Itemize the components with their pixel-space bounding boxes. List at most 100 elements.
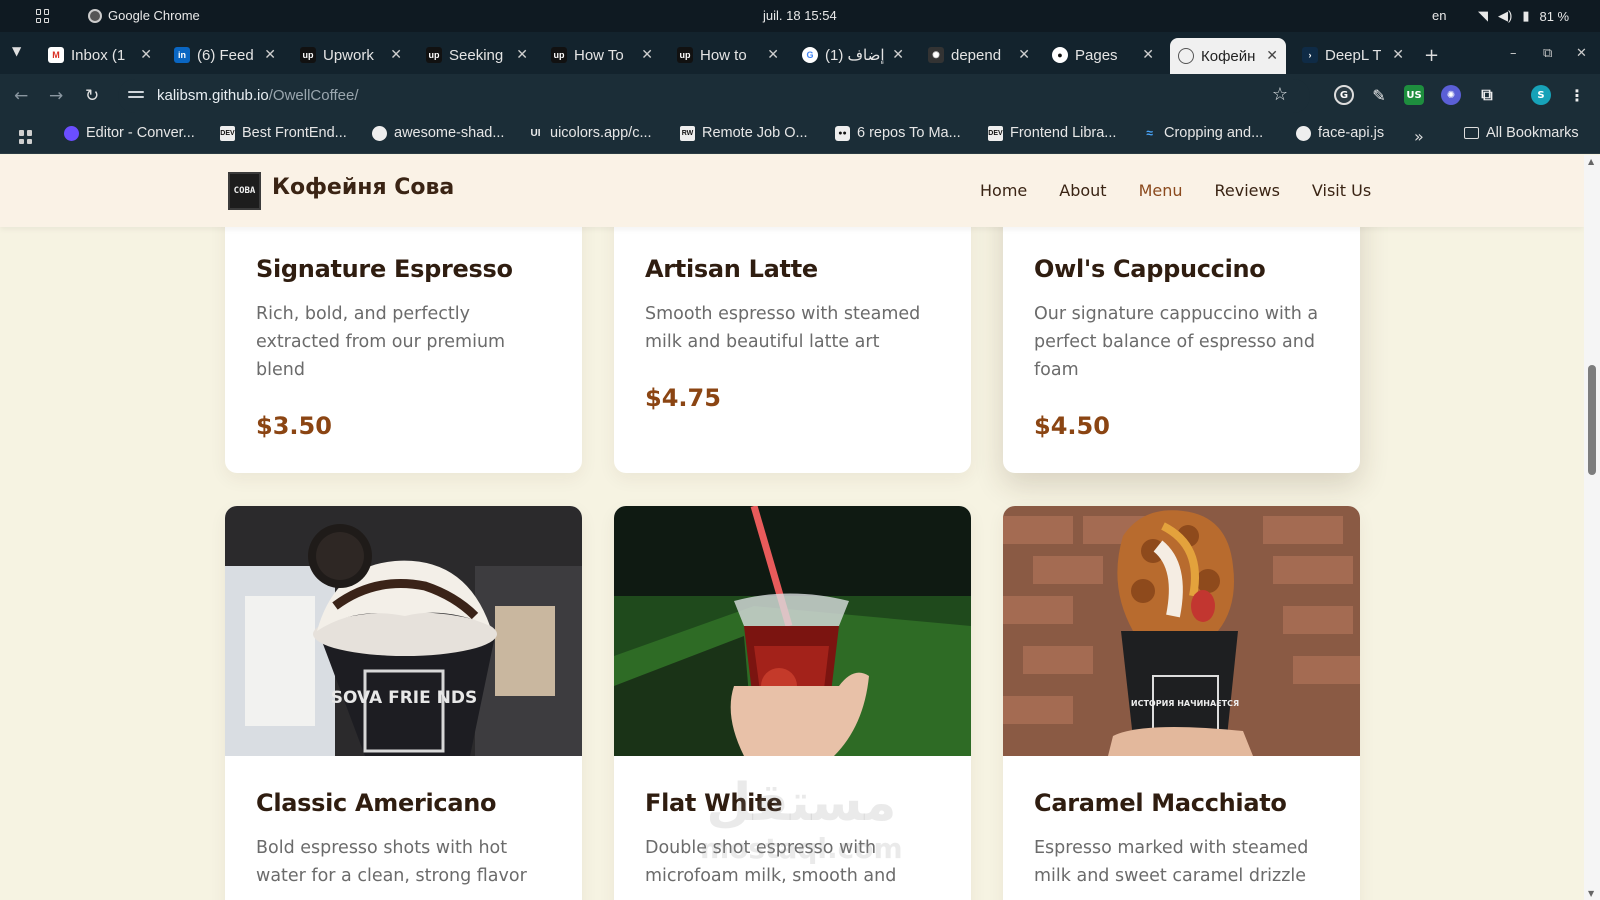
address-bar[interactable]: kalibsm.github.io/OwellCoffee/ ☆: [118, 79, 1310, 113]
bookmark-label: face-api.js: [1318, 125, 1385, 141]
remote-icon: RW: [680, 125, 695, 141]
new-tab-icon[interactable]: +: [1424, 45, 1439, 66]
tab-coffee-active[interactable]: Кофейн ✕: [1170, 38, 1286, 74]
upwork-icon: up: [426, 47, 442, 63]
tab-depend[interactable]: ✺ depend ✕: [928, 40, 1030, 70]
menu-item-name: Classic Americano: [256, 789, 497, 817]
nav-link-home[interactable]: Home: [980, 181, 1027, 200]
restore-icon[interactable]: ⧉: [1543, 46, 1552, 61]
app-grid-icon[interactable]: [36, 9, 50, 23]
upwork-icon: up: [300, 47, 316, 63]
tab-label: DeepL T: [1325, 46, 1381, 64]
page-scrollbar[interactable]: ▲ ▼: [1584, 155, 1600, 900]
extensions-puzzle-icon[interactable]: ⧉: [1477, 85, 1497, 105]
color-picker-extension-icon[interactable]: ✎: [1369, 85, 1389, 105]
bookmark-item[interactable]: face-api.js: [1296, 125, 1384, 141]
forward-icon[interactable]: →: [49, 86, 63, 106]
close-icon[interactable]: ✕: [892, 46, 904, 63]
active-app-indicator[interactable]: Google Chrome: [88, 8, 200, 23]
globe-icon: [372, 125, 387, 141]
scrollbar-thumb[interactable]: [1588, 365, 1596, 475]
close-icon[interactable]: ✕: [1392, 46, 1404, 63]
iced-red-tea-photo: [614, 506, 971, 756]
bookmark-star-icon[interactable]: ☆: [1272, 84, 1288, 105]
nav-link-menu[interactable]: Menu: [1139, 181, 1183, 200]
back-icon[interactable]: ←: [14, 86, 28, 106]
bookmark-item[interactable]: RW Remote Job O...: [680, 125, 808, 141]
more-menu-icon[interactable]: ⋮: [1567, 85, 1587, 105]
site-logo[interactable]: COBA: [228, 172, 261, 210]
menu-card[interactable]: ИСТОРИЯ НАЧИНАЕТСЯ Caramel Macchiato Esp…: [1003, 506, 1360, 900]
close-icon[interactable]: ✕: [1018, 46, 1030, 63]
github-icon: ●: [1052, 47, 1068, 63]
bookmark-label: Frontend Libra...: [1010, 125, 1117, 141]
tab-deepl[interactable]: › DeepL T ✕: [1302, 40, 1404, 70]
tab-upwork[interactable]: up Upwork ✕: [300, 40, 402, 70]
bookmark-item[interactable]: ●● 6 repos To Ma...: [835, 125, 961, 141]
tab-label: Pages: [1075, 46, 1118, 64]
bookmark-item[interactable]: UI uicolors.app/c...: [528, 125, 652, 141]
close-icon[interactable]: ✕: [390, 46, 402, 63]
close-icon[interactable]: ✕: [140, 46, 152, 63]
tab-how-to-2[interactable]: up How to ✕: [677, 40, 779, 70]
bookmark-label: Cropping and...: [1164, 125, 1264, 141]
tab-linkedin[interactable]: in (6) Feed ✕: [174, 40, 276, 70]
close-icon[interactable]: ✕: [516, 46, 528, 63]
reload-icon[interactable]: ↻: [85, 86, 99, 106]
battery-level: 81 %: [1539, 8, 1570, 24]
nav-link-reviews[interactable]: Reviews: [1215, 181, 1280, 200]
ui-icon: UI: [530, 127, 541, 139]
minimize-icon[interactable]: –: [1510, 46, 1517, 61]
close-icon[interactable]: ✕: [1266, 47, 1278, 64]
close-icon[interactable]: ✕: [264, 46, 276, 63]
apps-grid-icon[interactable]: [19, 130, 33, 144]
window-close-icon[interactable]: ✕: [1576, 46, 1587, 61]
vpn-extension-icon[interactable]: US: [1404, 85, 1424, 105]
bookmark-item[interactable]: Editor - Conver...: [64, 125, 195, 141]
close-icon[interactable]: ✕: [1142, 46, 1154, 63]
bookmark-item[interactable]: DEV Frontend Libra...: [988, 125, 1116, 141]
close-icon[interactable]: ✕: [641, 46, 653, 63]
all-bookmarks-button[interactable]: All Bookmarks: [1464, 125, 1579, 141]
dev-icon: DEV: [988, 125, 1003, 141]
bookmark-item[interactable]: awesome-shad...: [372, 125, 504, 141]
chrome-icon: [88, 8, 102, 23]
menu-item-description: Bold espresso shots with hot water for a…: [256, 838, 527, 886]
battery-icon: ▮: [1522, 8, 1530, 23]
nav-link-about[interactable]: About: [1059, 181, 1106, 200]
url-text[interactable]: kalibsm.github.io/OwellCoffee/: [157, 87, 359, 104]
site-brand-name[interactable]: Кофейня Сова: [272, 175, 454, 200]
all-bookmarks-label: All Bookmarks: [1486, 125, 1579, 141]
bookmark-item[interactable]: ≈ Cropping and...: [1142, 125, 1263, 141]
tab-seeking[interactable]: up Seeking ✕: [426, 40, 528, 70]
octopus-icon: ✺: [928, 47, 944, 63]
tab-pages[interactable]: ● Pages ✕: [1052, 40, 1154, 70]
scroll-down-arrow-icon[interactable]: ▼: [1588, 889, 1594, 898]
bookmark-label: Best FrontEnd...: [242, 125, 347, 141]
tab-arabic[interactable]: G إضاف (1) ✕: [802, 40, 904, 70]
scroll-up-arrow-icon[interactable]: ▲: [1588, 157, 1594, 166]
keyboard-language[interactable]: en: [1432, 8, 1446, 23]
close-icon[interactable]: ✕: [767, 46, 779, 63]
tab-how-to[interactable]: up How To ✕: [551, 40, 653, 70]
menu-item-name: Signature Espresso: [256, 255, 513, 283]
dev-icon: DEV: [220, 125, 235, 141]
watermark-sub: mostaql.com: [700, 832, 903, 865]
bookmark-item[interactable]: DEV Best FrontEnd...: [220, 125, 347, 141]
nav-link-visit-us[interactable]: Visit Us: [1312, 181, 1371, 200]
site-info-icon[interactable]: [128, 88, 144, 102]
menu-item-description: Espresso marked with steamed milk and sw…: [1034, 838, 1309, 886]
chevron-double-right-icon[interactable]: »: [1414, 127, 1424, 146]
tab-search-chevron-icon[interactable]: ▼: [12, 44, 21, 58]
menu-item-price: $4.50: [1034, 412, 1110, 440]
os-clock[interactable]: juil. 18 15:54: [763, 8, 837, 23]
iced-chocolate-drink-photo: SOVA FRIE NDS: [225, 506, 582, 756]
grammarly-extension-icon[interactable]: G: [1334, 85, 1354, 105]
menu-card[interactable]: SOVA FRIE NDS Classic Americano Bold esp…: [225, 506, 582, 900]
profile-avatar-icon[interactable]: S: [1531, 85, 1551, 105]
ai-extension-icon[interactable]: ✺: [1441, 85, 1461, 105]
menu-item-description: Smooth espresso with steamed milk and be…: [645, 304, 921, 352]
system-tray[interactable]: ◥ ◀) ▮ 81 %: [1478, 8, 1569, 24]
menu-item-name: Caramel Macchiato: [1034, 789, 1287, 817]
tab-inbox[interactable]: M Inbox (1 ✕: [48, 40, 152, 70]
